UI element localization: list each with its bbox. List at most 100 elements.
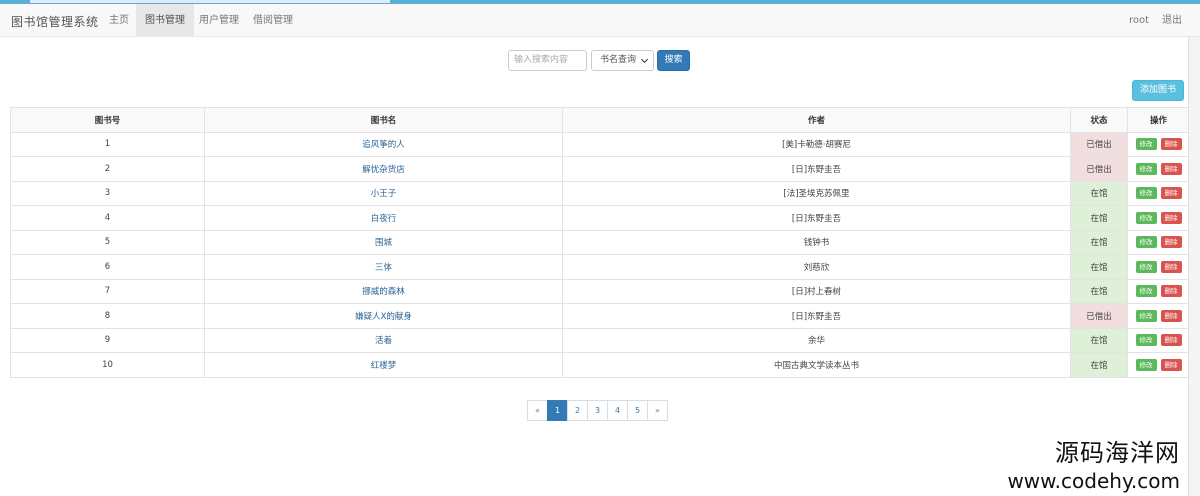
book-name-link[interactable]: 追风筝的人	[204, 131, 563, 157]
pagination-page[interactable]: 5	[627, 400, 648, 421]
book-id: 4	[10, 205, 205, 231]
delete-button[interactable]: 删除	[1160, 162, 1182, 175]
add-book-button[interactable]: 添加图书	[1132, 80, 1184, 101]
status-badge: 已借出	[1070, 303, 1128, 329]
delete-button[interactable]: 删除	[1160, 211, 1182, 224]
delete-button[interactable]: 删除	[1160, 187, 1182, 200]
watermark-title: 源码海洋网	[1055, 439, 1180, 467]
pagination-next[interactable]: »	[647, 400, 668, 421]
table-header-row: 图书号 图书名 作者 状态 操作	[10, 107, 1190, 133]
brand-title[interactable]: 图书馆管理系统	[11, 13, 99, 30]
table-row: 3 小王子 [法]圣埃克苏佩里 在馆 修改 删除	[10, 180, 1190, 206]
book-author: [法]圣埃克苏佩里	[562, 180, 1071, 206]
book-author: [日]东野圭吾	[562, 205, 1071, 231]
status-badge: 在馆	[1070, 205, 1128, 231]
book-id: 3	[10, 180, 205, 206]
book-name-link[interactable]: 围城	[204, 229, 563, 255]
row-actions: 修改 删除	[1127, 156, 1190, 182]
book-id: 8	[10, 303, 205, 329]
pagination-page[interactable]: 3	[587, 400, 608, 421]
book-name-link[interactable]: 三体	[204, 254, 563, 280]
pagination-page[interactable]: 1	[547, 400, 568, 421]
header-book-id: 图书号	[10, 107, 205, 133]
pagination-page[interactable]: 2	[567, 400, 588, 421]
table-row: 5 围城 钱钟书 在馆 修改 删除	[10, 229, 1190, 255]
book-name-link[interactable]: 红楼梦	[204, 352, 563, 378]
nav-item-borrow[interactable]: 借阅管理	[244, 4, 302, 37]
book-author: [日]东野圭吾	[562, 303, 1071, 329]
row-actions: 修改 删除	[1127, 303, 1190, 329]
edit-button[interactable]: 修改	[1135, 187, 1157, 200]
book-name-link[interactable]: 挪威的森林	[204, 278, 563, 304]
search-type-value: 书名查询	[600, 55, 637, 65]
book-author: [日]东野圭吾	[562, 156, 1071, 182]
delete-button[interactable]: 删除	[1160, 138, 1182, 151]
watermark-url: www.codehy.com	[1007, 469, 1180, 493]
status-badge: 在馆	[1070, 229, 1128, 255]
table-row: 8 嫌疑人X的献身 [日]东野圭吾 已借出 修改 删除	[10, 303, 1190, 329]
book-id: 1	[10, 131, 205, 157]
delete-button[interactable]: 删除	[1160, 309, 1182, 322]
row-actions: 修改 删除	[1127, 229, 1190, 255]
table-row: 2 解忧杂货店 [日]东野圭吾 已借出 修改 删除	[10, 156, 1190, 182]
edit-button[interactable]: 修改	[1135, 285, 1157, 298]
edit-button[interactable]: 修改	[1135, 334, 1157, 347]
row-actions: 修改 删除	[1127, 180, 1190, 206]
delete-button[interactable]: 删除	[1160, 285, 1182, 298]
edit-button[interactable]: 修改	[1135, 260, 1157, 273]
navbar: 图书馆管理系统 主页 图书管理 用户管理 借阅管理 root 退出	[0, 4, 1200, 37]
delete-button[interactable]: 删除	[1160, 236, 1182, 249]
search-type-select[interactable]: 书名查询	[591, 50, 654, 71]
status-badge: 在馆	[1070, 327, 1128, 353]
book-name-link[interactable]: 小王子	[204, 180, 563, 206]
row-actions: 修改 删除	[1127, 254, 1190, 280]
pagination-prev[interactable]: «	[527, 400, 548, 421]
status-badge: 在馆	[1070, 278, 1128, 304]
book-name-link[interactable]: 活着	[204, 327, 563, 353]
book-author: 中国古典文学读本丛书	[562, 352, 1071, 378]
search-button[interactable]: 搜索	[657, 50, 690, 71]
edit-button[interactable]: 修改	[1135, 236, 1157, 249]
edit-button[interactable]: 修改	[1135, 358, 1157, 371]
row-actions: 修改 删除	[1127, 205, 1190, 231]
search-input[interactable]: 输入搜索内容	[508, 50, 587, 71]
status-badge: 在馆	[1070, 180, 1128, 206]
book-name-link[interactable]: 嫌疑人X的献身	[204, 303, 563, 329]
book-id: 9	[10, 327, 205, 353]
row-actions: 修改 删除	[1127, 352, 1190, 378]
delete-button[interactable]: 删除	[1160, 334, 1182, 347]
table-row: 4 白夜行 [日]东野圭吾 在馆 修改 删除	[10, 205, 1190, 231]
watermark: 源码海洋网 www.codehy.com	[1007, 438, 1180, 494]
status-badge: 已借出	[1070, 156, 1128, 182]
delete-button[interactable]: 删除	[1160, 358, 1182, 371]
nav-item-users[interactable]: 用户管理	[190, 4, 248, 37]
book-author: 刘慈欣	[562, 254, 1071, 280]
book-name-link[interactable]: 白夜行	[204, 205, 563, 231]
edit-button[interactable]: 修改	[1135, 309, 1157, 322]
book-id: 7	[10, 278, 205, 304]
book-id: 6	[10, 254, 205, 280]
edit-button[interactable]: 修改	[1135, 211, 1157, 224]
table-row: 6 三体 刘慈欣 在馆 修改 删除	[10, 254, 1190, 280]
nav-item-books[interactable]: 图书管理	[136, 4, 194, 37]
chevron-down-icon	[640, 55, 649, 64]
table-row: 1 追风筝的人 [美]卡勒德·胡赛尼 已借出 修改 删除	[10, 131, 1190, 157]
table-row: 9 活着 余华 在馆 修改 删除	[10, 327, 1190, 353]
header-book-name: 图书名	[204, 107, 563, 133]
book-id: 10	[10, 352, 205, 378]
delete-button[interactable]: 删除	[1160, 260, 1182, 273]
book-id: 5	[10, 229, 205, 255]
status-badge: 在馆	[1070, 254, 1128, 280]
header-actions: 操作	[1127, 107, 1190, 133]
scrollbar[interactable]	[1188, 37, 1200, 496]
status-badge: 在馆	[1070, 352, 1128, 378]
nav-logout[interactable]: 退出	[1153, 4, 1191, 37]
nav-item-home[interactable]: 主页	[100, 4, 138, 37]
status-badge: 已借出	[1070, 131, 1128, 157]
pagination-page[interactable]: 4	[607, 400, 628, 421]
edit-button[interactable]: 修改	[1135, 162, 1157, 175]
edit-button[interactable]: 修改	[1135, 138, 1157, 151]
table-row: 10 红楼梦 中国古典文学读本丛书 在馆 修改 删除	[10, 352, 1190, 378]
book-name-link[interactable]: 解忧杂货店	[204, 156, 563, 182]
header-status: 状态	[1070, 107, 1128, 133]
